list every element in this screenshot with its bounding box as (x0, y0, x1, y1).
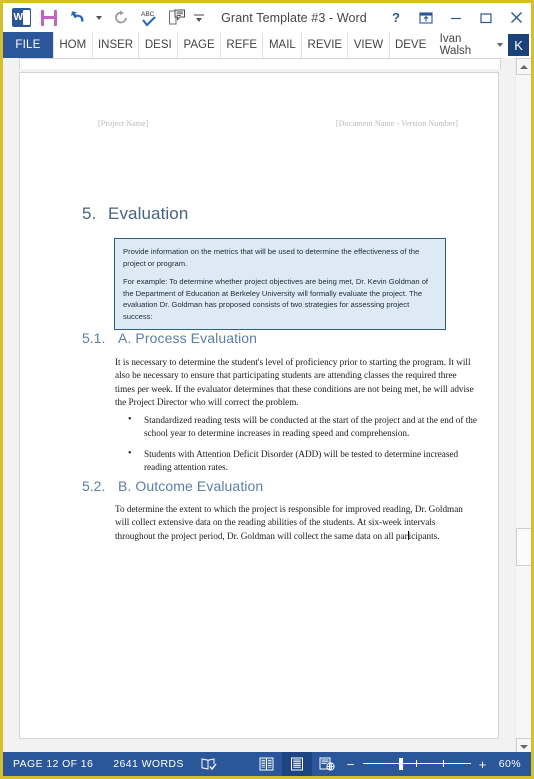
ribbon-tab-bar: FILE HOM INSER DESI PAGE REFE MAIL REVIE… (3, 32, 531, 59)
redo-icon[interactable] (107, 5, 135, 31)
heading-2-number-1: 5.1. (82, 330, 106, 346)
tab-references[interactable]: REFE (220, 32, 262, 58)
list-item: Students with Attention Deficit Disorder… (125, 447, 480, 475)
tab-insert[interactable]: INSER (91, 32, 139, 58)
new-comment-icon[interactable] (163, 5, 191, 31)
paragraph-process-evaluation: It is necessary to determine the student… (115, 357, 474, 408)
zoom-slider-midpoint (415, 760, 417, 767)
quick-access-toolbar: W ABC (3, 5, 207, 31)
header-left-text: [Project Name] (98, 119, 149, 128)
web-layout-icon[interactable] (312, 752, 342, 776)
zoom-slider-track (362, 763, 471, 764)
close-button[interactable] (501, 5, 531, 31)
paragraph-outcome-evaluation: To determine the extent to which the pro… (115, 503, 475, 543)
minimize-button[interactable] (441, 5, 471, 31)
word-logo-icon: W (7, 5, 35, 31)
page-indicator[interactable]: PAGE 12 OF 16 (3, 758, 103, 770)
heading-2-outcome-evaluation: 5.2. B. Outcome Evaluation (82, 478, 263, 494)
undo-icon[interactable] (63, 5, 91, 31)
svg-text:ABC: ABC (141, 11, 155, 18)
read-mode-icon[interactable] (252, 752, 282, 776)
window-title: Grant Template #3 - Word (221, 10, 367, 25)
help-button[interactable]: ? (381, 5, 411, 31)
heading-2-text-1: A. Process Evaluation (118, 330, 258, 346)
word-count[interactable]: 2641 WORDS (103, 758, 194, 770)
tab-review[interactable]: REVIE (301, 32, 347, 58)
account-area: Ivan Walsh K (432, 32, 531, 58)
save-icon[interactable] (35, 5, 63, 31)
paragraph-text-after-cursor: icipants. (408, 530, 440, 541)
document-page[interactable]: [Project Name] [Document Name - Version … (19, 72, 499, 739)
avatar[interactable]: K (508, 34, 529, 56)
tab-developer[interactable]: DEVE (388, 32, 432, 58)
undo-dropdown-icon[interactable] (91, 5, 107, 31)
tab-mailings[interactable]: MAIL (262, 32, 301, 58)
word-application-window: W ABC Grant Template #3 - Word ? FILE HO… (0, 0, 534, 779)
tab-page-layout[interactable]: PAGE (177, 32, 220, 58)
zoom-controls: − + 60% (343, 757, 531, 772)
customize-qat-icon[interactable] (191, 5, 207, 31)
scroll-up-button[interactable] (516, 58, 531, 75)
zoom-level-label[interactable]: 60% (491, 758, 525, 770)
bullet-list-process-evaluation: Standardized reading tests will be condu… (125, 413, 480, 482)
instruction-paragraph-1: Provide information on the metrics that … (123, 247, 420, 268)
zoom-slider-tick (442, 760, 444, 767)
tab-view[interactable]: VIEW (347, 32, 388, 58)
document-work-area: [Project Name] [Document Name - Version … (3, 58, 531, 755)
heading-1-number: 5. (82, 204, 97, 223)
heading-1-text: Evaluation (108, 204, 189, 223)
heading-2-text-2: B. Outcome Evaluation (118, 478, 264, 494)
ribbon-display-options-button[interactable] (411, 5, 441, 31)
title-bar: W ABC Grant Template #3 - Word ? (3, 3, 531, 32)
zoom-slider-knob[interactable] (398, 758, 403, 770)
heading-2-number-2: 5.2. (82, 478, 106, 494)
status-bar: PAGE 12 OF 16 2641 WORDS − + 60% (3, 752, 531, 776)
window-controls: ? (381, 5, 531, 31)
document-header: [Project Name] [Document Name - Version … (98, 119, 458, 128)
previous-page-edge (19, 58, 501, 69)
tab-design[interactable]: DESI (138, 32, 177, 58)
scrollbar-thumb[interactable] (516, 528, 531, 566)
spelling-grammar-icon[interactable]: ABC (135, 5, 163, 31)
vertical-scrollbar[interactable] (515, 58, 531, 755)
list-item: Standardized reading tests will be condu… (125, 413, 480, 441)
heading-1-evaluation: 5. Evaluation (82, 204, 188, 224)
zoom-in-button[interactable]: + (475, 757, 491, 772)
zoom-slider[interactable] (362, 757, 471, 771)
chevron-down-icon[interactable] (497, 43, 504, 47)
instruction-paragraph-2: For example: To determine whether projec… (123, 277, 429, 321)
tab-file[interactable]: FILE (3, 32, 53, 58)
print-layout-icon[interactable] (281, 752, 312, 776)
proofing-errors-icon[interactable] (194, 752, 224, 776)
header-right-text: [Document Name - Version Number] (335, 119, 458, 128)
instruction-callout-box[interactable]: Provide information on the metrics that … (114, 238, 446, 330)
user-name-label[interactable]: Ivan Walsh (432, 33, 498, 57)
zoom-out-button[interactable]: − (343, 757, 359, 772)
tab-home[interactable]: HOM (52, 32, 92, 58)
restore-button[interactable] (471, 5, 501, 31)
heading-2-process-evaluation: 5.1. A. Process Evaluation (82, 330, 257, 346)
